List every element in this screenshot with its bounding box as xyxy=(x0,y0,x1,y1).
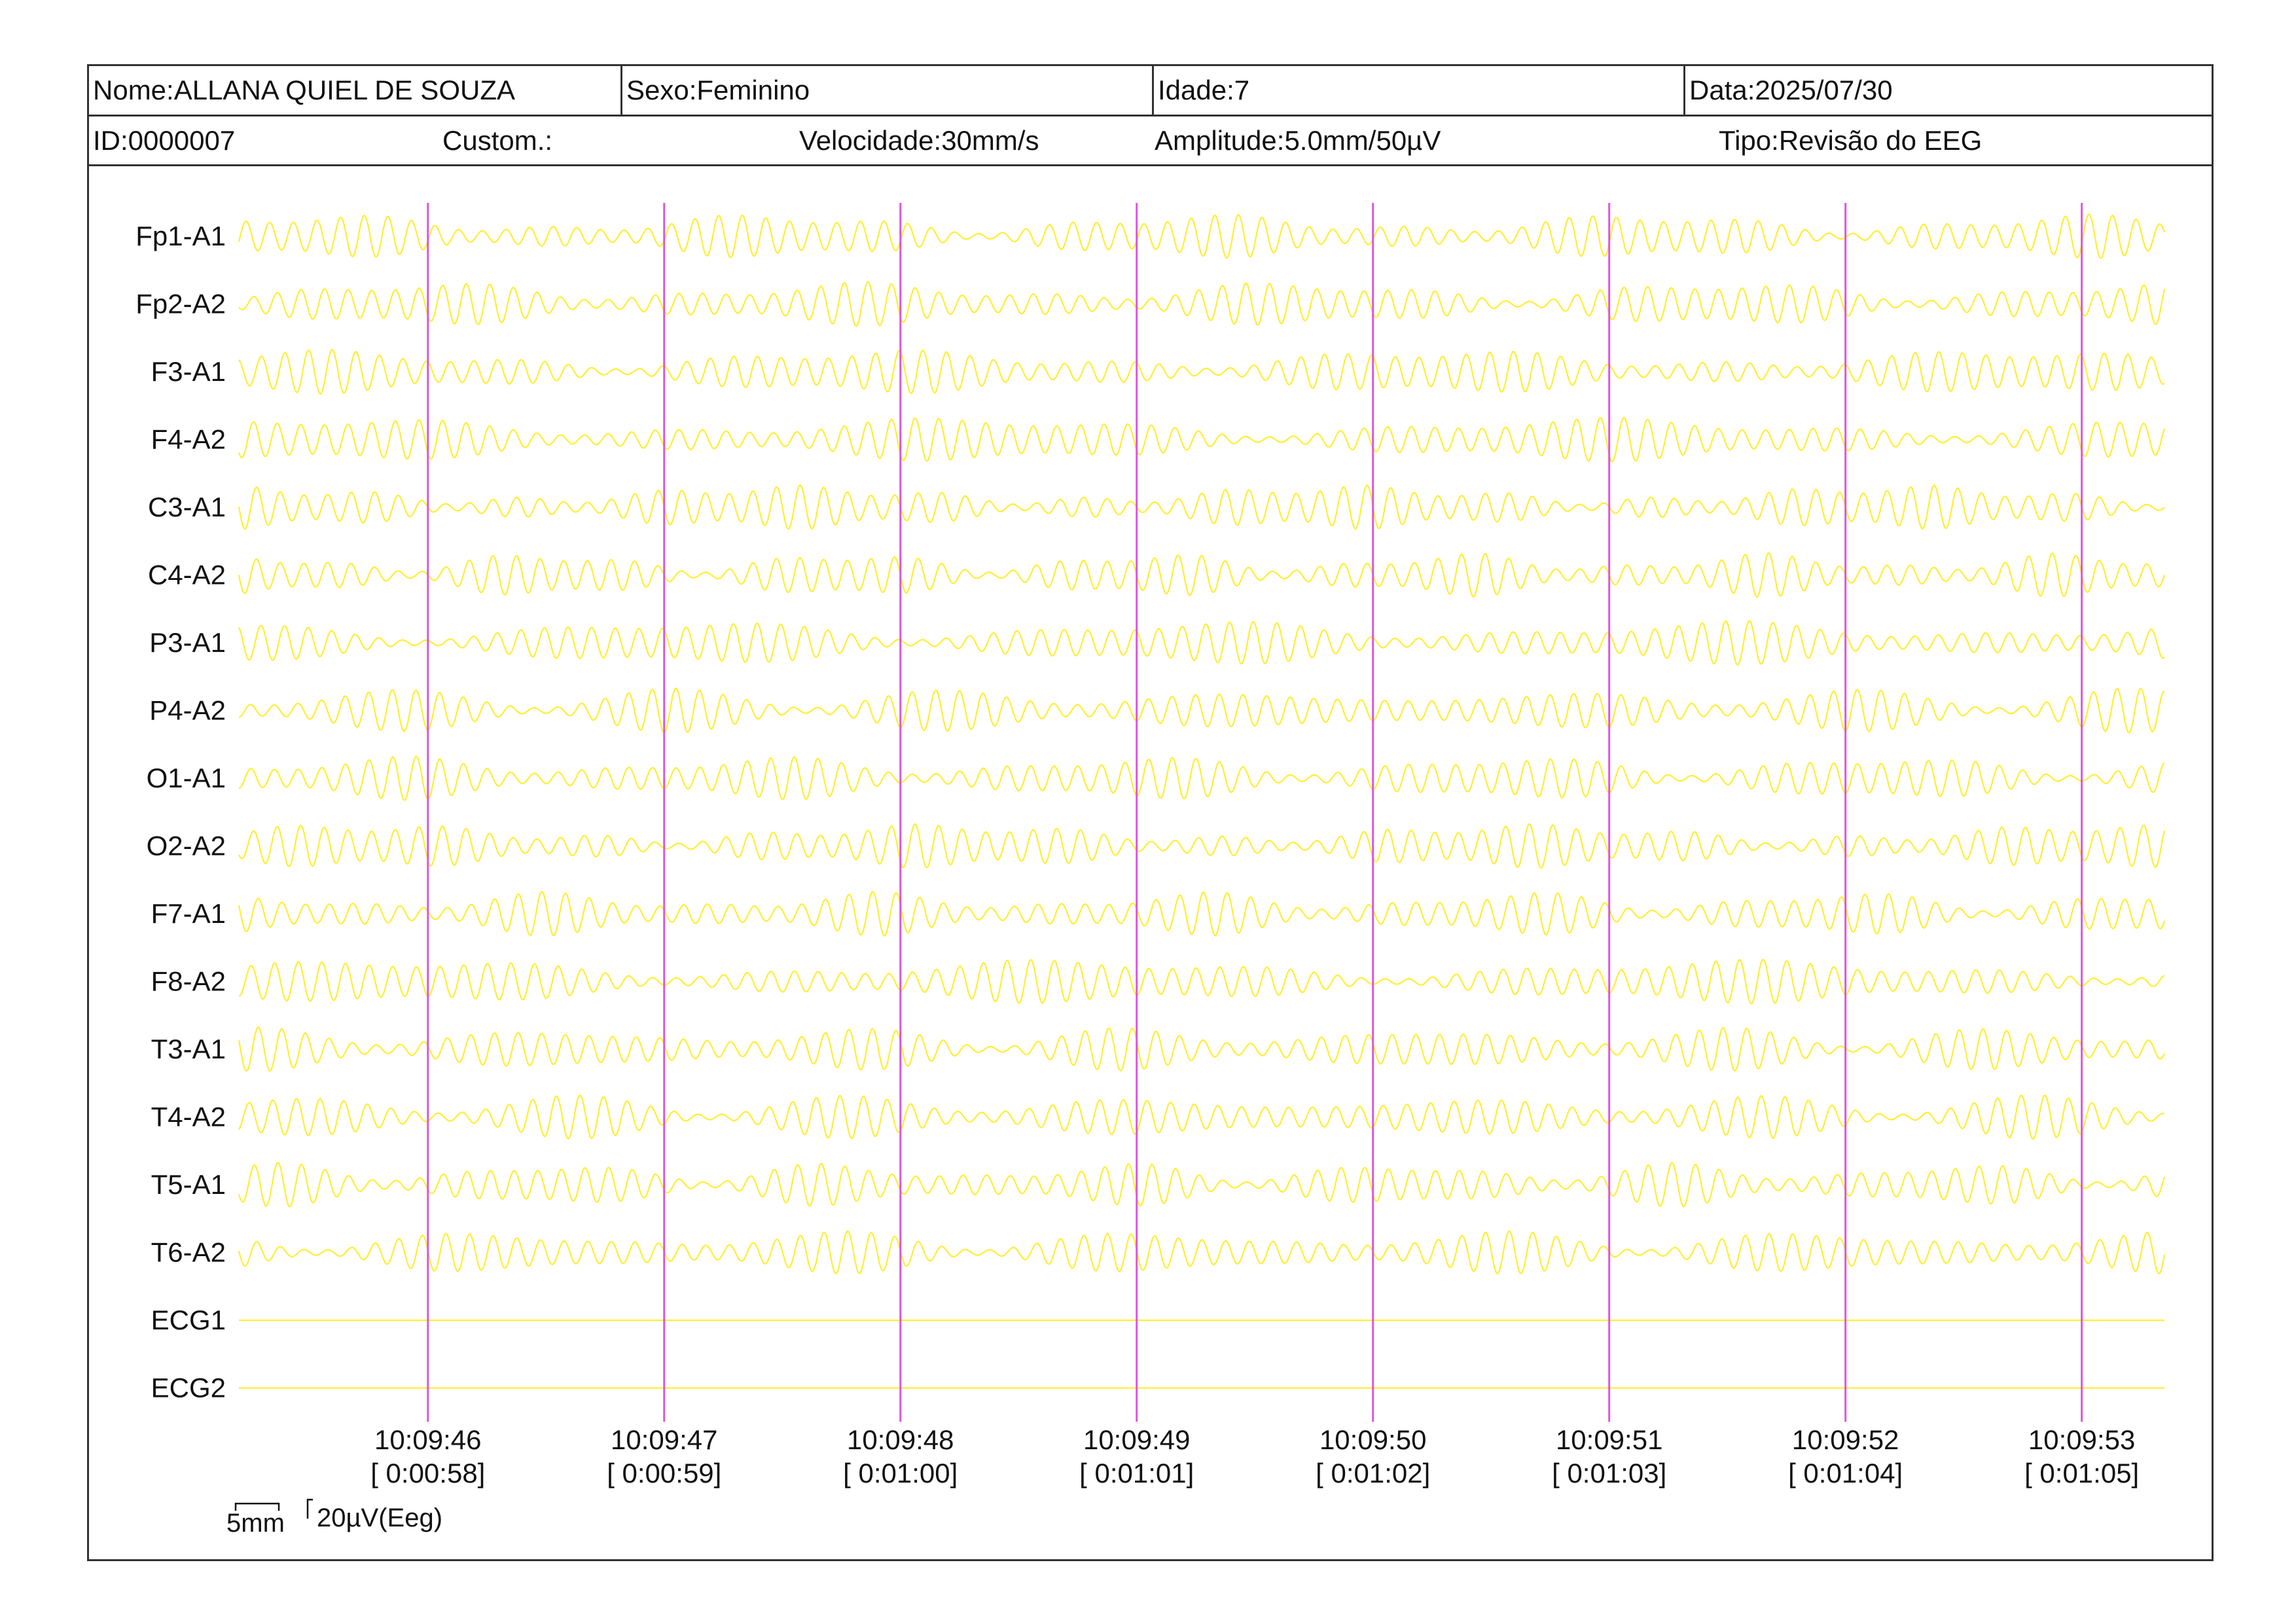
time-marker-clock: 10:09:51 xyxy=(1556,1424,1663,1455)
amplitude-scale-label: 20µV(Eeg) xyxy=(317,1504,442,1532)
channel-label: F7-A1 xyxy=(151,898,226,929)
time-marker-clock: 10:09:49 xyxy=(1083,1424,1191,1455)
time-scale-label: 5mm xyxy=(226,1509,285,1538)
channel-trace xyxy=(238,348,2165,395)
channel-label: ECG1 xyxy=(151,1305,226,1335)
time-marker-clock: 10:09:50 xyxy=(1319,1424,1427,1455)
time-marker-elapsed: [ 0:01:01] xyxy=(1079,1458,1194,1489)
amplitude-scale-bar xyxy=(306,1498,313,1519)
channel-label: F3-A1 xyxy=(151,356,226,387)
channel-label: T5-A1 xyxy=(151,1169,226,1200)
channel-trace xyxy=(238,213,2166,259)
channel-label: F8-A2 xyxy=(151,966,226,997)
channel-trace xyxy=(239,958,2165,1005)
channel-trace xyxy=(238,687,2165,734)
channel-label: T6-A2 xyxy=(151,1237,226,1268)
channel-label: ECG2 xyxy=(151,1373,226,1403)
channel-label: F4-A2 xyxy=(151,424,226,455)
time-marker-clock: 10:09:53 xyxy=(2028,1424,2136,1455)
time-marker-elapsed: [ 0:01:03] xyxy=(1552,1458,1666,1489)
time-marker-clock: 10:09:47 xyxy=(611,1424,718,1455)
time-marker-elapsed: [ 0:00:58] xyxy=(370,1458,485,1489)
channel-trace xyxy=(238,1162,2166,1208)
channel-label: P4-A2 xyxy=(149,695,226,726)
channel-label: T3-A1 xyxy=(151,1034,226,1064)
time-marker-elapsed: [ 0:01:05] xyxy=(2024,1458,2139,1489)
channel-label: Fp2-A2 xyxy=(135,289,226,319)
time-marker-elapsed: [ 0:01:02] xyxy=(1316,1458,1430,1489)
channel-trace xyxy=(238,1230,2166,1275)
channel-label: T4-A2 xyxy=(151,1102,226,1132)
channel-trace xyxy=(238,484,2165,530)
time-marker-elapsed: [ 0:00:59] xyxy=(607,1458,721,1489)
eeg-chart: Fp1-A1 Fp2-A2 F3-A1 F4-A2 C3-A1 C4-A2 P3-A1 P4-… xyxy=(135,203,2166,1538)
time-marker-clock: 10:09:48 xyxy=(847,1424,954,1455)
channel-label: P3-A1 xyxy=(149,627,226,658)
channel-label: O2-A2 xyxy=(147,831,226,861)
channel-label: C3-A1 xyxy=(148,492,226,522)
channel-trace xyxy=(238,552,2166,598)
time-marker-elapsed: [ 0:01:04] xyxy=(1788,1458,1903,1489)
time-marker-clock: 10:09:52 xyxy=(1792,1424,1899,1455)
channel-trace xyxy=(238,823,2166,869)
channel-trace xyxy=(238,416,2166,463)
channel-label: Fp1-A1 xyxy=(135,221,226,251)
channel-label: C4-A2 xyxy=(148,560,226,590)
channel-trace xyxy=(238,1026,2166,1072)
channel-label: O1-A1 xyxy=(147,763,226,793)
time-marker-clock: 10:09:46 xyxy=(374,1424,482,1455)
time-marker-elapsed: [ 0:01:00] xyxy=(843,1458,958,1489)
channel-trace xyxy=(238,620,2165,666)
channel-trace xyxy=(238,755,2165,801)
channel-trace xyxy=(238,281,2166,327)
channel-trace xyxy=(238,1094,2165,1140)
channel-trace xyxy=(238,890,2166,937)
